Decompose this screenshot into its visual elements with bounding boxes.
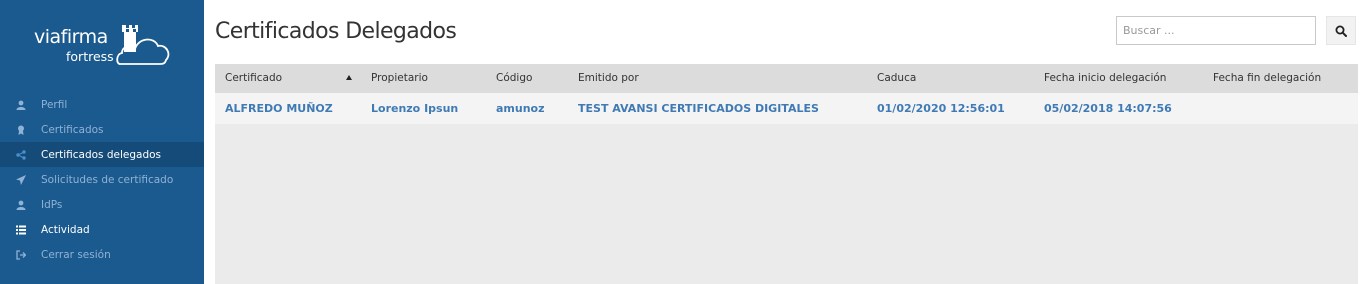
- column-header-codigo[interactable]: Código: [496, 64, 532, 93]
- sidebar-item-label: IdPs: [41, 198, 63, 211]
- column-header-caduca[interactable]: Caduca: [877, 64, 916, 93]
- send-icon: [16, 174, 26, 185]
- sidebar-nav: Perfil Certificados Certificados delegad…: [0, 92, 204, 267]
- sort-ascending-icon[interactable]: [346, 75, 352, 80]
- sidebar-item-perfil[interactable]: Perfil: [0, 92, 204, 117]
- sidebar-item-idps[interactable]: IdPs: [0, 192, 204, 217]
- cell-codigo[interactable]: amunoz: [496, 93, 545, 124]
- user-icon: [16, 200, 26, 210]
- search-button[interactable]: [1326, 16, 1356, 45]
- search-input[interactable]: [1116, 16, 1316, 45]
- share-icon: [16, 149, 26, 160]
- table-header: Certificado Propietario Código Emitido p…: [215, 64, 1358, 93]
- list-icon: [16, 225, 26, 235]
- sidebar-item-actividad[interactable]: Actividad: [0, 217, 204, 242]
- cell-propietario[interactable]: Lorenzo Ipsun: [371, 93, 458, 124]
- column-header-fecha-fin[interactable]: Fecha fin delegación: [1213, 64, 1321, 93]
- table-row[interactable]: ALFREDO MUÑOZ Lorenzo Ipsun amunoz TEST …: [215, 93, 1358, 124]
- sidebar-item-certificados-delegados[interactable]: Certificados delegados: [0, 142, 204, 167]
- sidebar-item-label: Perfil: [41, 98, 68, 111]
- brand-logo[interactable]: viafirma fortress: [34, 20, 174, 70]
- column-header-fecha-inicio[interactable]: Fecha inicio delegación: [1044, 64, 1166, 93]
- cell-emitido-por[interactable]: TEST AVANSI CERTIFICADOS DIGITALES: [578, 93, 819, 124]
- certificate-icon: [16, 125, 26, 135]
- sidebar-item-solicitudes[interactable]: Solicitudes de certificado: [0, 167, 204, 192]
- castle-cloud-icon: [116, 25, 170, 65]
- column-header-propietario[interactable]: Propietario: [371, 64, 428, 93]
- brand-product: fortress: [66, 49, 114, 64]
- user-icon: [16, 100, 26, 110]
- brand-name: viafirma: [34, 26, 108, 48]
- sidebar-item-certificados[interactable]: Certificados: [0, 117, 204, 142]
- search-icon: [1335, 25, 1347, 37]
- cell-certificado[interactable]: ALFREDO MUÑOZ: [225, 93, 333, 124]
- sidebar-item-label: Solicitudes de certificado: [41, 173, 174, 186]
- sidebar: viafirma fortress Perfil Certificados Ce…: [0, 0, 204, 284]
- sidebar-item-label: Certificados: [41, 123, 104, 136]
- column-header-certificado[interactable]: Certificado: [225, 64, 282, 93]
- sign-out-icon: [16, 249, 26, 260]
- table-empty-area: [215, 124, 1358, 284]
- column-header-emitido-por[interactable]: Emitido por: [578, 64, 639, 93]
- sidebar-item-label: Certificados delegados: [41, 148, 162, 161]
- page-title: Certificados Delegados: [215, 19, 457, 44]
- cell-fecha-inicio[interactable]: 05/02/2018 14:07:56: [1044, 93, 1172, 124]
- delegated-certificates-table: Certificado Propietario Código Emitido p…: [215, 64, 1358, 284]
- main-content: Certificados Delegados Certificado Propi…: [204, 0, 1362, 284]
- sidebar-item-cerrar-sesion[interactable]: Cerrar sesión: [0, 242, 204, 267]
- cell-caduca[interactable]: 01/02/2020 12:56:01: [877, 93, 1005, 124]
- sidebar-item-label: Cerrar sesión: [41, 248, 111, 261]
- sidebar-item-label: Actividad: [41, 223, 90, 236]
